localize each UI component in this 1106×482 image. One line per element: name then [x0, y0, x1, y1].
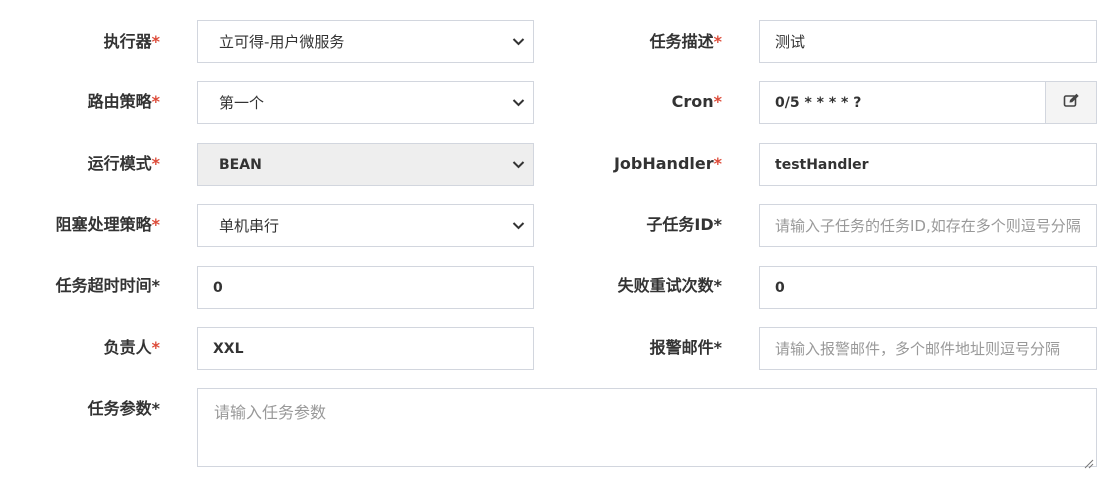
- description-input[interactable]: 测试: [759, 20, 1097, 63]
- alarm-email-placeholder: 请输入报警邮件，多个邮件地址则逗号分隔: [775, 340, 1061, 358]
- required-mark: *: [151, 276, 160, 295]
- chevron-down-icon: [503, 144, 533, 185]
- required-mark: *: [713, 32, 722, 51]
- description-label: 任务描述*: [649, 32, 722, 51]
- description-value: 测试: [775, 33, 806, 51]
- owner-label: 负责人*: [103, 338, 160, 357]
- required-mark: *: [151, 92, 160, 111]
- route-strategy-value: 第一个: [219, 94, 265, 112]
- required-mark: *: [713, 92, 722, 111]
- executor-value: 立可得-用户微服务: [219, 33, 345, 51]
- resize-handle-icon[interactable]: [1084, 454, 1094, 469]
- retry-count-input[interactable]: 0: [759, 266, 1097, 309]
- run-mode-label: 运行模式*: [87, 154, 160, 173]
- chevron-down-icon: [503, 205, 533, 246]
- job-handler-value: testHandler: [775, 156, 869, 173]
- required-mark: *: [713, 154, 722, 173]
- alarm-email-label: 报警邮件*: [649, 338, 722, 357]
- owner-value: XXL: [213, 340, 244, 357]
- timeout-input[interactable]: 0: [197, 266, 534, 309]
- job-handler-label: JobHandler*: [613, 154, 722, 173]
- required-mark: *: [151, 154, 160, 173]
- required-mark: *: [151, 338, 160, 357]
- retry-count-value: 0: [775, 279, 785, 296]
- child-job-id-label: 子任务ID*: [646, 215, 722, 234]
- required-mark: *: [151, 215, 160, 234]
- child-job-id-input[interactable]: 请输入子任务的任务ID,如存在多个则逗号分隔: [759, 204, 1097, 247]
- required-mark: *: [151, 399, 160, 418]
- run-mode-value: BEAN: [219, 156, 262, 173]
- executor-select[interactable]: 立可得-用户微服务: [197, 20, 534, 63]
- block-strategy-value: 单机串行: [219, 217, 280, 235]
- required-mark: *: [713, 338, 722, 357]
- route-strategy-select[interactable]: 第一个: [197, 81, 534, 124]
- job-handler-input[interactable]: testHandler: [759, 143, 1097, 186]
- route-strategy-label: 路由策略*: [87, 92, 160, 111]
- cron-edit-button[interactable]: [1046, 81, 1097, 124]
- params-placeholder: 请输入任务参数: [214, 403, 327, 422]
- child-job-id-placeholder: 请输入子任务的任务ID,如存在多个则逗号分隔: [775, 217, 1081, 235]
- cron-input[interactable]: 0/5 * * * * ?: [759, 81, 1046, 124]
- chevron-down-icon: [503, 82, 533, 123]
- owner-input[interactable]: XXL: [197, 327, 534, 370]
- cron-label: Cron*: [671, 92, 722, 111]
- required-mark: *: [713, 215, 722, 234]
- cron-value: 0/5 * * * * ?: [775, 94, 862, 111]
- required-mark: *: [151, 32, 160, 51]
- block-strategy-select[interactable]: 单机串行: [197, 204, 534, 247]
- chevron-down-icon: [503, 21, 533, 62]
- required-mark: *: [713, 276, 722, 295]
- alarm-email-input[interactable]: 请输入报警邮件，多个邮件地址则逗号分隔: [759, 327, 1097, 370]
- timeout-value: 0: [213, 279, 223, 296]
- block-strategy-label: 阻塞处理策略*: [55, 215, 160, 234]
- retry-count-label: 失败重试次数*: [617, 276, 722, 295]
- timeout-label: 任务超时时间*: [55, 276, 160, 295]
- params-label: 任务参数*: [87, 399, 160, 418]
- run-mode-select[interactable]: BEAN: [197, 143, 534, 186]
- edit-icon: [1063, 93, 1080, 112]
- params-textarea[interactable]: 请输入任务参数: [197, 388, 1097, 469]
- executor-label: 执行器*: [103, 32, 160, 51]
